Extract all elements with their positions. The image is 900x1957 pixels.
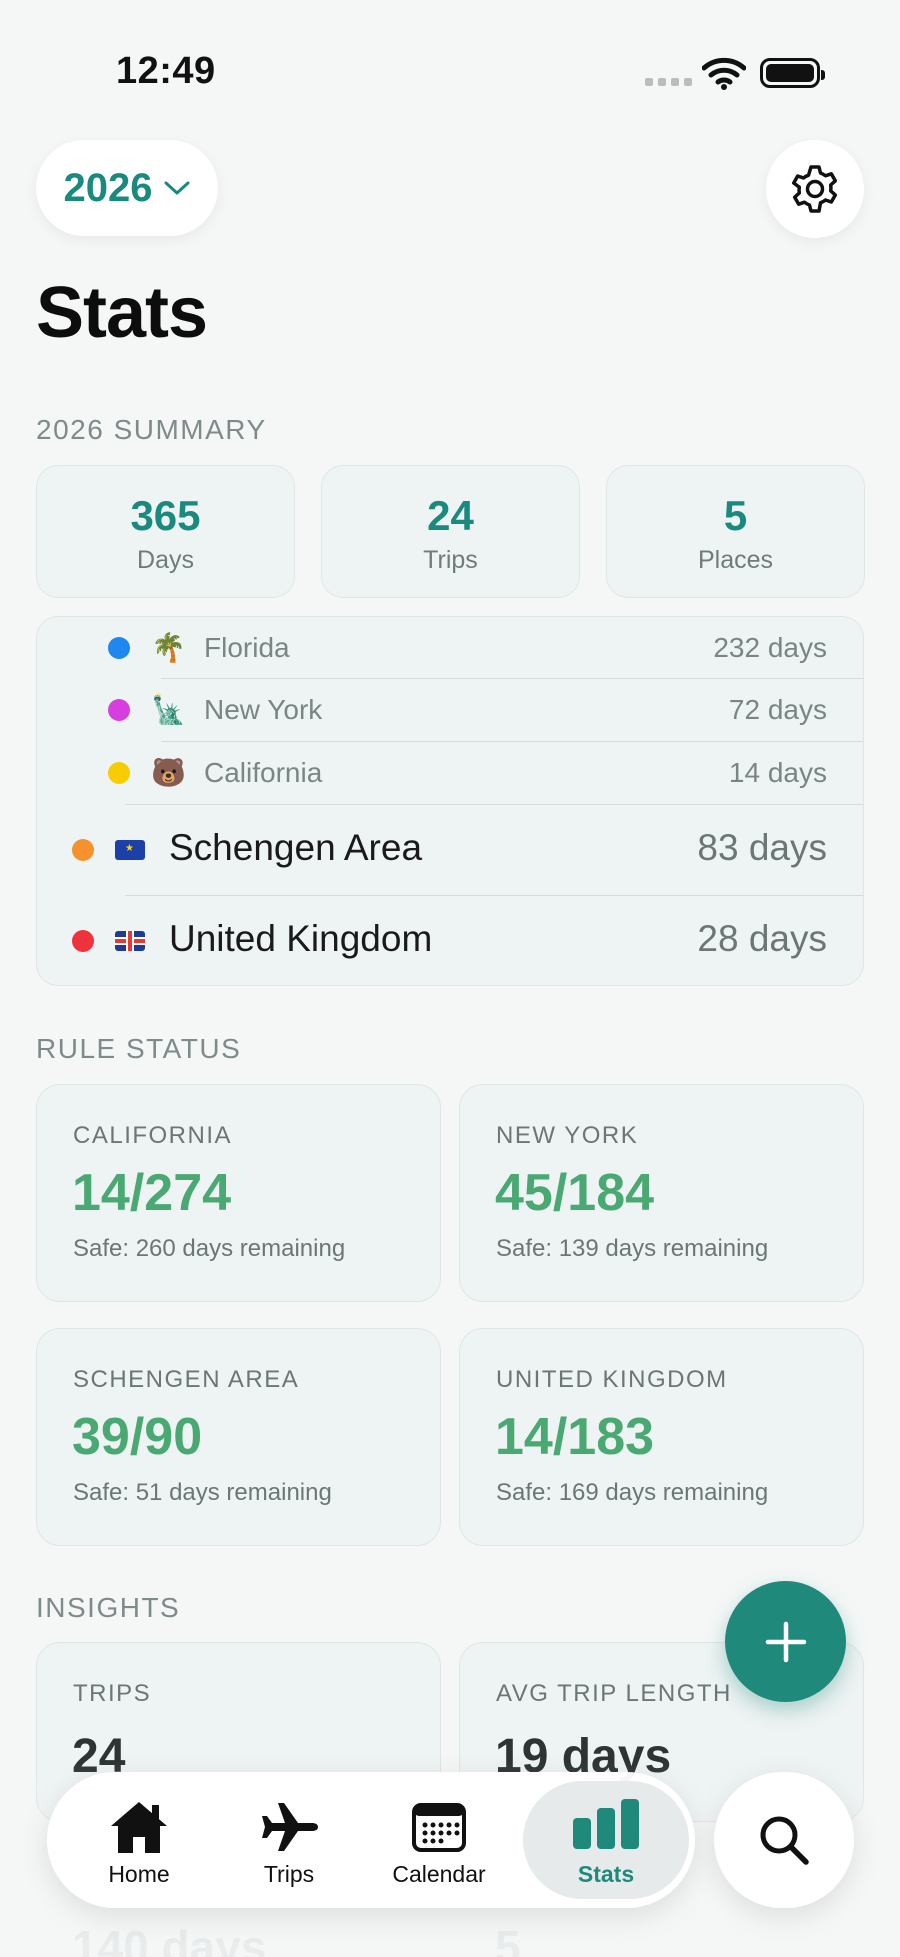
year-selector-label: 2026 <box>63 165 153 210</box>
cellular-signal-icon <box>645 78 692 86</box>
house-icon <box>111 1802 167 1853</box>
place-color-dot <box>108 762 130 784</box>
page-title: Stats <box>36 273 208 353</box>
summary-days-value: 365 <box>130 492 201 539</box>
place-color-dot <box>72 930 94 952</box>
summary-card-places: 5 Places <box>606 465 865 598</box>
place-name: United Kingdom <box>169 918 433 959</box>
place-row-florida[interactable]: 🌴 Florida 232 days <box>37 617 863 679</box>
summary-trips-value: 24 <box>427 492 474 539</box>
tab-label: Calendar <box>392 1861 486 1887</box>
year-selector[interactable]: 2026 <box>36 140 218 236</box>
tab-calendar[interactable]: Calendar <box>364 1781 514 1899</box>
summary-places-label: Places <box>697 546 774 574</box>
gear-icon <box>791 165 838 213</box>
place-color-dot <box>72 839 94 861</box>
battery-icon <box>760 58 825 88</box>
insights-section-label: INSIGHTS <box>36 1592 181 1623</box>
place-name: New York <box>204 694 323 725</box>
rule-card-schengen-area[interactable]: SCHENGEN AREA 39/90 Safe: 51 days remain… <box>36 1328 441 1546</box>
bear-icon: 🐻 <box>151 756 186 789</box>
insight-title: AVG TRIP LENGTH <box>496 1680 732 1707</box>
rule-value: 39/90 <box>72 1408 203 1466</box>
statue-of-liberty-icon: 🗽 <box>151 693 186 726</box>
search-button[interactable] <box>714 1772 854 1908</box>
summary-places-value: 5 <box>723 492 748 539</box>
wifi-icon <box>702 57 746 90</box>
eu-flag-icon <box>115 840 145 860</box>
chevron-down-icon <box>164 181 190 195</box>
summary-section-label: 2026 SUMMARY <box>36 414 267 445</box>
place-color-dot <box>108 699 130 721</box>
tab-home[interactable]: Home <box>64 1781 214 1899</box>
place-row-schengen-area[interactable]: Schengen Area 83 days <box>37 805 863 896</box>
tab-stats[interactable]: Stats <box>523 1781 689 1899</box>
rule-value: 45/184 <box>495 1164 655 1222</box>
uk-flag-icon <box>115 931 145 951</box>
rule-title: CALIFORNIA <box>73 1122 233 1149</box>
rule-value: 14/183 <box>495 1408 655 1466</box>
bar-chart-icon <box>573 1799 639 1849</box>
rule-note: Safe: 139 days remaining <box>496 1235 769 1262</box>
tab-bar: Home Trips Calendar Stats <box>47 1772 695 1908</box>
rule-card-united-kingdom[interactable]: UNITED KINGDOM 14/183 Safe: 169 days rem… <box>459 1328 864 1546</box>
rule-note: Safe: 51 days remaining <box>73 1479 332 1506</box>
summary-trips-label: Trips <box>423 546 478 574</box>
add-trip-button[interactable] <box>725 1581 846 1702</box>
place-row-new-york[interactable]: 🗽 New York 72 days <box>37 679 863 742</box>
place-days: 232 days <box>713 632 827 663</box>
summary-days-label: Days <box>137 546 194 574</box>
plus-icon <box>765 1621 806 1662</box>
rule-note: Safe: 169 days remaining <box>496 1479 769 1506</box>
rule-title: NEW YORK <box>496 1122 639 1149</box>
settings-button[interactable] <box>766 140 864 238</box>
rule-card-new-york[interactable]: NEW YORK 45/184 Safe: 139 days remaining <box>459 1084 864 1302</box>
calendar-icon <box>412 1803 466 1852</box>
places-list: 🌴 Florida 232 days 🗽 New York 72 days 🐻 … <box>36 616 864 986</box>
place-name: Florida <box>204 632 290 663</box>
tab-label: Stats <box>577 1861 635 1887</box>
rule-value: 14/274 <box>72 1164 232 1222</box>
status-bar: 12:49 <box>0 0 900 120</box>
summary-card-days: 365 Days <box>36 465 295 598</box>
insight-title: TRIPS <box>73 1680 152 1707</box>
status-time: 12:49 <box>116 50 216 92</box>
tab-label: Trips <box>263 1861 315 1887</box>
place-color-dot <box>108 637 130 659</box>
place-row-united-kingdom[interactable]: United Kingdom 28 days <box>37 896 863 985</box>
rule-title: UNITED KINGDOM <box>496 1366 728 1393</box>
insight-partial-value: 140 days <box>72 1921 267 1957</box>
insight-partial-value: 5 <box>495 1921 521 1957</box>
rule-card-california[interactable]: CALIFORNIA 14/274 Safe: 260 days remaini… <box>36 1084 441 1302</box>
place-days: 72 days <box>728 694 827 725</box>
rule-title: SCHENGEN AREA <box>73 1366 300 1393</box>
tab-trips[interactable]: Trips <box>214 1781 364 1899</box>
place-name: California <box>204 757 323 788</box>
place-row-california[interactable]: 🐻 California 14 days <box>37 742 863 805</box>
place-days: 83 days <box>697 827 827 868</box>
rule-note: Safe: 260 days remaining <box>73 1235 346 1262</box>
place-days: 28 days <box>697 918 827 959</box>
search-icon <box>760 1816 809 1865</box>
place-days: 14 days <box>728 757 827 788</box>
palm-tree-icon: 🌴 <box>151 631 186 664</box>
tab-label: Home <box>108 1861 170 1887</box>
airplane-icon <box>262 1803 318 1851</box>
place-name: Schengen Area <box>169 827 423 868</box>
rule-status-section-label: RULE STATUS <box>36 1033 242 1064</box>
summary-card-trips: 24 Trips <box>321 465 580 598</box>
